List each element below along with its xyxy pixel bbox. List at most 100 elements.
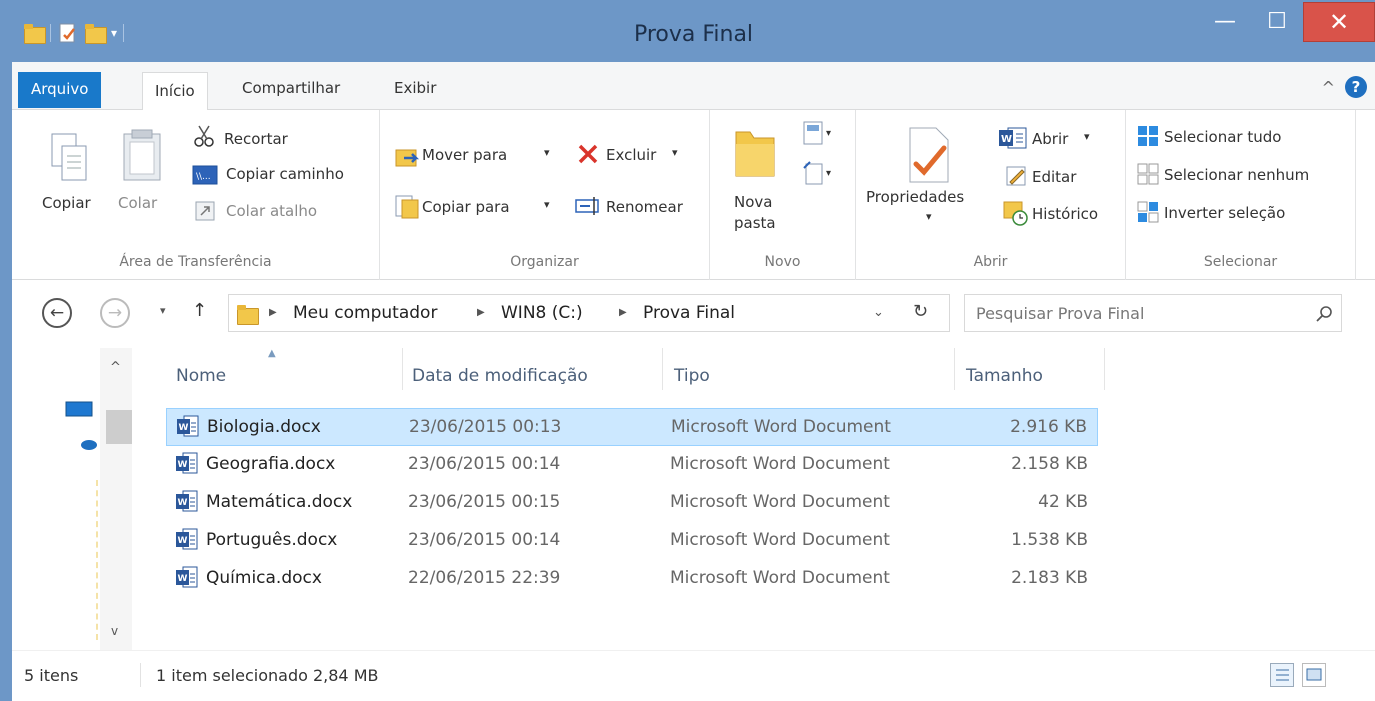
- forward-arrow-icon: →: [107, 303, 123, 323]
- column-header-date[interactable]: Data de modificação: [412, 366, 588, 386]
- file-row[interactable]: W Português.docx 23/06/2015 00:14 Microsoft…: [166, 522, 1098, 560]
- select-all-button[interactable]: Selecionar tudo: [1164, 128, 1281, 146]
- invert-selection-button[interactable]: Inverter seleção: [1164, 204, 1285, 222]
- breadcrumb-separator-icon[interactable]: ▶: [269, 307, 277, 318]
- forward-button[interactable]: →: [100, 298, 130, 328]
- tab-compartilhar[interactable]: Compartilhar: [230, 75, 352, 101]
- file-name: Biologia.docx: [207, 417, 321, 437]
- svg-text:\\...: \\...: [196, 172, 211, 182]
- details-view-button[interactable]: [1270, 663, 1294, 687]
- column-divider[interactable]: [662, 348, 663, 390]
- tab-inicio[interactable]: Início: [142, 72, 208, 111]
- tab-exibir[interactable]: Exibir: [382, 75, 448, 101]
- minimize-button[interactable]: —: [1199, 0, 1251, 42]
- scroll-up-icon[interactable]: ^: [110, 360, 121, 375]
- cut-button[interactable]: Recortar: [224, 130, 288, 148]
- paste-button[interactable]: Colar: [118, 194, 157, 212]
- new-group-label: Novo: [764, 254, 801, 270]
- edit-button[interactable]: Editar: [1032, 168, 1076, 186]
- copy-path-icon: \\...: [192, 165, 218, 185]
- column-header-name[interactable]: Nome: [176, 366, 226, 386]
- copy-to-button[interactable]: Copiar para: [422, 198, 510, 216]
- easy-access-icon[interactable]: ▾: [802, 160, 836, 186]
- column-divider[interactable]: [1104, 348, 1105, 390]
- history-button[interactable]: Histórico: [1032, 205, 1098, 223]
- collapse-ribbon-icon[interactable]: ^: [1322, 78, 1335, 97]
- delete-button[interactable]: Excluir: [606, 146, 656, 164]
- search-icon[interactable]: [1315, 305, 1333, 323]
- computer-icon[interactable]: [64, 400, 94, 420]
- scrollbar-thumb[interactable]: [106, 410, 132, 444]
- up-arrow-icon[interactable]: ↑: [192, 300, 207, 321]
- close-button[interactable]: ✕: [1303, 2, 1375, 42]
- select-none-button[interactable]: Selecionar nenhum: [1164, 166, 1309, 184]
- search-input[interactable]: Pesquisar Prova Final: [976, 304, 1144, 323]
- file-size: 2.158 KB: [1011, 454, 1088, 474]
- new-item-icon[interactable]: ▾: [802, 120, 836, 146]
- open-button[interactable]: Abrir: [1032, 130, 1068, 148]
- nav-scrollbar[interactable]: ^ v: [100, 348, 132, 650]
- address-bar[interactable]: ▶ Meu computador ▶ WIN8 (C:) ▶ Prova Fin…: [228, 294, 950, 332]
- column-header-size[interactable]: Tamanho: [966, 366, 1043, 386]
- copy-to-dropdown-icon[interactable]: ▾: [544, 198, 550, 211]
- file-row[interactable]: W Matemática.docx 23/06/2015 00:15 Microsof…: [166, 484, 1098, 522]
- file-size: 42 KB: [1038, 492, 1088, 512]
- move-to-dropdown-icon[interactable]: ▾: [544, 146, 550, 159]
- column-header-type[interactable]: Tipo: [674, 366, 710, 386]
- copy-path-button[interactable]: Copiar caminho: [226, 165, 344, 183]
- maximize-button[interactable]: ☐: [1251, 0, 1303, 42]
- sort-ascending-icon: ▲: [268, 348, 276, 359]
- select-none-icon: [1137, 163, 1159, 185]
- rename-button[interactable]: Renomear: [606, 198, 683, 216]
- refresh-icon[interactable]: ↻: [913, 301, 928, 322]
- file-type: Microsoft Word Document: [670, 568, 890, 588]
- open-dropdown-icon[interactable]: ▾: [1084, 130, 1090, 143]
- status-bar: 5 itens 1 item selecionado 2,84 MB: [12, 650, 1375, 701]
- column-divider[interactable]: [402, 348, 403, 390]
- paste-shortcut-button[interactable]: Colar atalho: [226, 202, 317, 220]
- explorer-window: ▾ Prova Final — ☐ ✕ Arquivo Início Compa…: [0, 0, 1375, 701]
- search-box[interactable]: Pesquisar Prova Final: [964, 294, 1342, 332]
- breadcrumb-win8-c[interactable]: WIN8 (C:): [501, 303, 583, 323]
- file-row[interactable]: W Biologia.docx 23/06/2015 00:13 Microsoft …: [166, 408, 1098, 446]
- invert-selection-icon: [1137, 201, 1159, 223]
- delete-dropdown-icon[interactable]: ▾: [672, 146, 678, 159]
- navigation-pane: ^ v: [12, 348, 132, 650]
- window-controls: — ☐ ✕: [1199, 0, 1375, 42]
- move-to-button[interactable]: Mover para: [422, 146, 507, 164]
- svg-text:W: W: [178, 498, 188, 508]
- recent-locations-icon[interactable]: ▾: [160, 304, 166, 317]
- content-area: ^ v ▲ Nome Data de modificação Tipo Tama…: [12, 348, 1375, 650]
- properties-dropdown-icon[interactable]: ▾: [926, 210, 932, 223]
- file-name: Geografia.docx: [206, 454, 336, 474]
- help-icon[interactable]: ?: [1345, 76, 1367, 98]
- paste-icon[interactable]: [120, 128, 164, 184]
- ribbon-help-area: ^ ?: [1322, 76, 1367, 98]
- scroll-down-icon[interactable]: v: [111, 624, 118, 638]
- file-row[interactable]: W Geografia.docx 23/06/2015 00:14 Microsoft…: [166, 446, 1098, 484]
- tab-arquivo[interactable]: Arquivo: [18, 72, 102, 108]
- paste-shortcut-icon: [195, 201, 215, 221]
- file-date: 23/06/2015 00:14: [408, 530, 561, 550]
- file-row[interactable]: W Química.docx 22/06/2015 22:39 Microsoft W…: [166, 560, 1098, 598]
- properties-icon[interactable]: [904, 126, 952, 184]
- copy-icon[interactable]: [50, 132, 90, 184]
- breadcrumb-meu-computador[interactable]: Meu computador: [293, 303, 437, 323]
- file-type: Microsoft Word Document: [670, 492, 890, 512]
- word-document-icon: W: [176, 528, 198, 550]
- onedrive-icon[interactable]: [80, 436, 98, 450]
- breadcrumb-separator-icon[interactable]: ▶: [477, 307, 485, 318]
- properties-button[interactable]: Propriedades: [866, 188, 964, 206]
- svg-text:W: W: [178, 460, 188, 470]
- new-folder-button[interactable]: Nova pasta: [734, 192, 776, 234]
- breadcrumb-prova-final[interactable]: Prova Final: [643, 303, 735, 323]
- copy-button[interactable]: Copiar: [42, 194, 91, 212]
- new-folder-icon[interactable]: [732, 124, 778, 182]
- large-icons-view-button[interactable]: [1302, 663, 1326, 687]
- address-history-dropdown-icon[interactable]: ⌄: [873, 305, 884, 320]
- back-button[interactable]: ←: [42, 298, 72, 328]
- breadcrumb-separator-icon[interactable]: ▶: [619, 307, 627, 318]
- word-document-icon: W: [176, 566, 198, 588]
- column-divider[interactable]: [954, 348, 955, 390]
- file-date: 22/06/2015 22:39: [408, 568, 561, 588]
